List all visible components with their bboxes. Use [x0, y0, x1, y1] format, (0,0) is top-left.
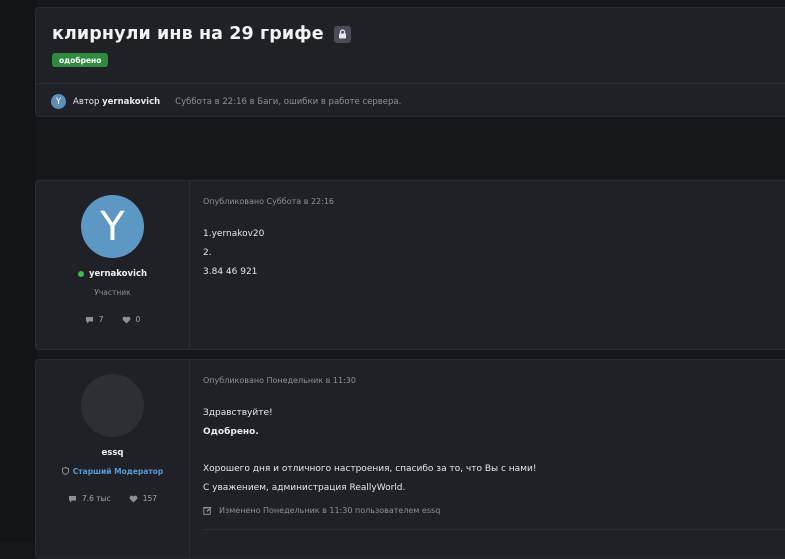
author-role: Старший Модератор	[36, 466, 189, 476]
edit-note: Изменено Понедельник в 11:30 пользовател…	[203, 506, 440, 515]
body-line: С уважением, администрация ReallyWorld.	[203, 483, 406, 494]
post-body: 1.yernakov20 2. 3.84 46 921	[203, 225, 264, 281]
post-date[interactable]: Опубликовано Понедельник в 11:30	[203, 376, 356, 385]
like-count-value: 157	[142, 494, 158, 503]
author-role: Участник	[94, 288, 131, 297]
comment-count: 7	[85, 315, 104, 324]
divider	[203, 529, 785, 530]
author-name-text: yernakovich	[88, 269, 148, 279]
comment-icon	[68, 495, 76, 502]
body-line: 2.	[203, 247, 212, 258]
post: Y yernakovich Участник 7 0 Опубликовано …	[35, 180, 785, 350]
lock-icon	[333, 25, 351, 43]
comment-count-value: 7	[98, 315, 104, 324]
topic-title: клирнули инв на 29 грифе	[52, 24, 324, 44]
author-role-text: Старший Модератор	[72, 467, 164, 476]
divider	[36, 83, 785, 84]
like-count: 0	[122, 315, 141, 324]
comment-count: 7.6 тыс	[68, 494, 111, 503]
edit-note-text: Изменено Понедельник в 11:30 пользовател…	[219, 506, 441, 515]
online-indicator	[77, 270, 84, 277]
post-author-panel: essq Старший Модератор 7.6 тыс 157	[36, 360, 190, 558]
author-name[interactable]: essq	[36, 448, 189, 458]
author-name[interactable]: yernakovich	[36, 269, 189, 279]
topic-meta: Y Автор yernakovich Суббота в 22:16 в Ба…	[51, 94, 401, 109]
body-line: 1.yernakov20	[203, 229, 265, 239]
like-count: 157	[129, 494, 157, 503]
avatar[interactable]	[81, 374, 144, 437]
post-author-panel: Y yernakovich Участник 7 0	[36, 181, 190, 349]
post-body: Здравствуйте! Одобрено. Хорошего дня и о…	[203, 404, 536, 498]
avatar[interactable]: Y	[81, 195, 144, 258]
body-line: 3.84 46 921	[203, 266, 258, 277]
author-stats: 7 0	[36, 315, 189, 324]
topic-date-forum[interactable]: Суббота в 22:16 в Баги, ошибки в работе …	[175, 97, 401, 107]
author-line: Автор yernakovich	[73, 97, 160, 107]
author-stats: 7.6 тыс 157	[36, 494, 189, 503]
topic-header: клирнули инв на 29 грифе одобрено Y Авто…	[35, 7, 785, 117]
author-prefix: Автор	[73, 96, 100, 107]
heart-icon	[129, 495, 138, 502]
like-count-value: 0	[135, 315, 141, 324]
left-gutter	[0, 0, 36, 542]
author-link[interactable]: yernakovich	[102, 97, 160, 107]
body-line: Здравствуйте!	[203, 408, 273, 418]
post-content: Опубликовано Понедельник в 11:30 Здравст…	[203, 360, 785, 558]
status-badge: одобрено	[52, 53, 109, 67]
avatar[interactable]: Y	[51, 94, 66, 109]
post-content: Опубликовано Суббота в 22:16 1.yernakov2…	[203, 181, 785, 349]
body-line: Хорошего дня и отличного настроения, спа…	[203, 464, 537, 475]
shield-icon	[61, 466, 69, 476]
body-line: Одобрено.	[203, 426, 259, 437]
edit-icon	[203, 506, 212, 515]
comment-icon	[85, 316, 93, 323]
title-row: клирнули инв на 29 грифе	[52, 24, 351, 44]
body-line	[203, 442, 536, 461]
comment-count-value: 7.6 тыс	[81, 494, 111, 503]
post: essq Старший Модератор 7.6 тыс 157 Опубл…	[35, 359, 785, 559]
post-date[interactable]: Опубликовано Суббота в 22:16	[203, 197, 334, 206]
heart-icon	[122, 316, 130, 323]
